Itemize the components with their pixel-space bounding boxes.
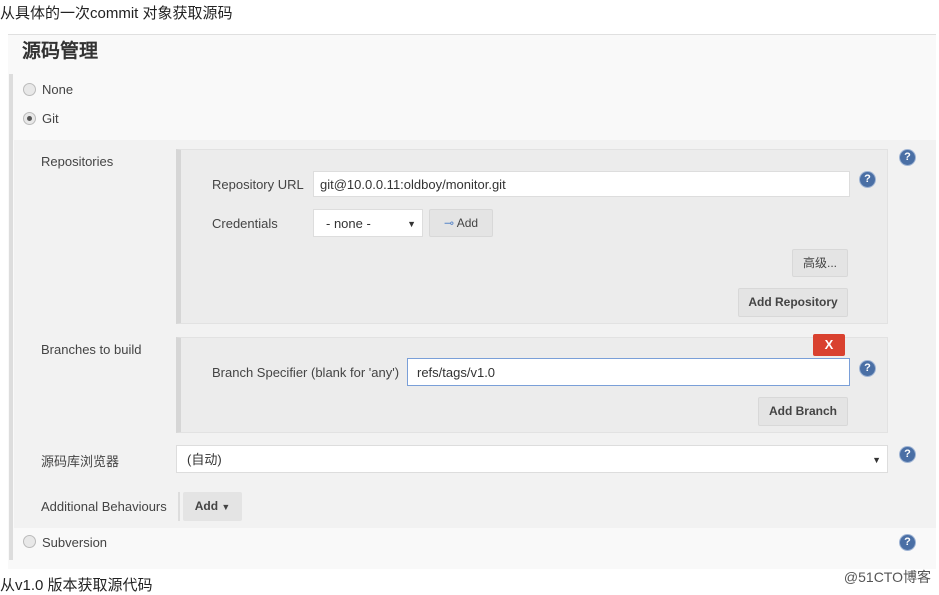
radio-subversion-label: Subversion xyxy=(42,535,108,550)
help-icon[interactable]: ? xyxy=(900,150,915,165)
chevron-down-icon: ▼ xyxy=(407,219,416,229)
radio-git-label: Git xyxy=(42,111,59,126)
radio-none[interactable] xyxy=(23,83,36,96)
advanced-button[interactable]: 高级... xyxy=(792,249,848,277)
credentials-select[interactable]: - none - ▼ xyxy=(313,209,423,237)
branch-specifier-input[interactable]: refs/tags/v1.0 xyxy=(407,358,850,386)
repo-browser-value: (自动) xyxy=(187,452,222,467)
add-branch-button[interactable]: Add Branch xyxy=(758,397,848,426)
add-behaviour-label: Add xyxy=(194,499,219,513)
add-credentials-button[interactable]: ⊸ Add xyxy=(429,209,493,237)
repo-browser-select[interactable]: (自动) ▼ xyxy=(176,445,888,473)
radio-none-label: None xyxy=(42,82,74,97)
help-icon[interactable]: ? xyxy=(900,535,915,550)
repo-browser-label: 源码库浏览器 xyxy=(41,454,120,469)
watermark: @51CTO博客 xyxy=(843,569,931,585)
add-repository-button[interactable]: Add Repository xyxy=(738,288,848,317)
section-title: 源码管理 xyxy=(22,41,99,62)
radio-git[interactable] xyxy=(23,112,36,125)
radio-subversion[interactable] xyxy=(23,535,36,548)
add-behaviour-button[interactable]: Add ▼ xyxy=(183,492,242,521)
chevron-down-icon: ▼ xyxy=(221,502,231,512)
repository-url-input[interactable]: git@10.0.0.11:oldboy/monitor.git xyxy=(313,171,850,197)
help-icon[interactable]: ? xyxy=(860,361,875,376)
top-caption: 从具体的一次commit 对象获取源码 xyxy=(0,5,233,22)
repository-url-label: Repository URL xyxy=(212,177,304,192)
add-credentials-label: Add xyxy=(456,216,479,230)
branches-label: Branches to build xyxy=(41,342,142,357)
credentials-value: - none - xyxy=(326,216,371,231)
chevron-down-icon: ▼ xyxy=(872,455,881,465)
repositories-label: Repositories xyxy=(41,154,114,169)
key-icon: ⊸ xyxy=(443,216,455,230)
branch-specifier-label: Branch Specifier (blank for 'any') xyxy=(212,365,400,380)
help-icon[interactable]: ? xyxy=(860,172,875,187)
credentials-label: Credentials xyxy=(212,216,278,231)
section-bar xyxy=(9,74,13,560)
divider xyxy=(178,492,180,521)
help-icon[interactable]: ? xyxy=(900,447,915,462)
delete-branch-button[interactable]: X xyxy=(813,334,845,356)
additional-behaviours-label: Additional Behaviours xyxy=(41,499,167,514)
